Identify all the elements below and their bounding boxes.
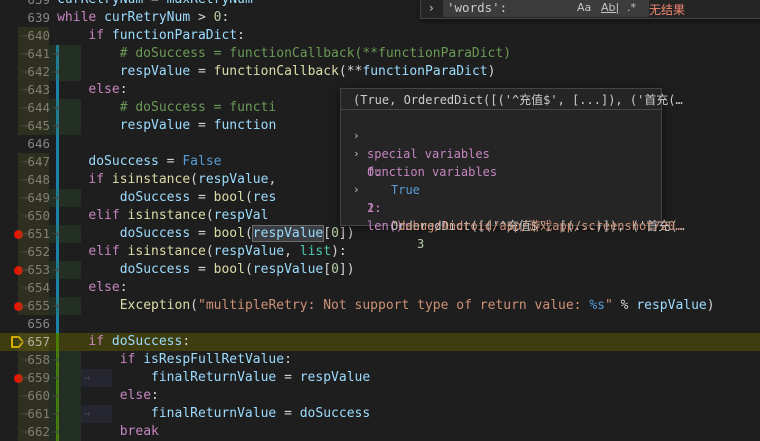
find-toggle-replace-icon[interactable]: › [429, 1, 434, 15]
hover-item-2[interactable]: 2: 'debug/Android/app/游戏app/screenshot/2… [341, 181, 682, 233]
whitespace-arrow-icon: → [21, 335, 28, 348]
code-line[interactable]: 659 → → → finalReturnValue = respValue [0, 369, 760, 387]
code-text[interactable]: elif isinstance(respVal [57, 207, 268, 225]
code-text[interactable]: while curRetryNum > 0: [57, 9, 229, 27]
code-text[interactable]: elif isinstance(respValue, list): [57, 243, 346, 261]
whitespace-arrow-icon: → [21, 119, 28, 132]
hover-item-0[interactable]: 0: True [341, 145, 661, 197]
whitespace-arrow-icon: → [21, 425, 28, 438]
whole-word-icon[interactable]: Ab| [601, 1, 619, 14]
regex-icon[interactable]: .* [627, 1, 636, 14]
code-line[interactable]: 640 → if functionParaDict: [0, 27, 760, 45]
code-line[interactable]: 641 → → # doSuccess = functionCallback(**f… [0, 45, 760, 63]
code-text[interactable]: doSuccess = bool(respValue[0]) [57, 261, 355, 279]
code-text[interactable]: finalReturnValue = respValue [57, 369, 370, 387]
code-text[interactable]: # doSuccess = functionCallback(**functio… [57, 45, 511, 63]
code-line[interactable]: 658 → → if isRespFullRetValue: [0, 351, 760, 369]
line-number: 646 [27, 136, 50, 151]
code-text[interactable]: respValue = function [57, 117, 277, 135]
whitespace-arrow-icon: → [21, 83, 28, 96]
whitespace-arrow-icon: → [21, 299, 28, 312]
code-text[interactable]: if isinstance(respValue, [57, 171, 276, 189]
code-text[interactable]: Exception("multipleRetry: Not support ty… [57, 297, 715, 315]
code-line[interactable]: 654 → else: [0, 279, 760, 297]
code-line[interactable]: 662 → → break [0, 423, 760, 441]
whitespace-arrow-icon: → [21, 245, 28, 258]
code-text[interactable]: if functionParaDict: [57, 27, 245, 45]
whitespace-arrow-icon: → [21, 65, 28, 78]
whitespace-arrow-icon: → [21, 353, 28, 366]
whitespace-arrow-icon: → [21, 281, 28, 294]
whitespace-arrow-icon: → [21, 101, 28, 114]
hover-special-variables[interactable]: › special variables [341, 109, 661, 161]
code-line[interactable]: 656 [0, 315, 760, 333]
line-gutter[interactable]: 646 [0, 135, 59, 153]
debug-hover-widget[interactable]: (True, OrderedDict([('^充值$', [...]), ('首… [340, 88, 685, 251]
hover-function-variables[interactable]: › function variables [341, 127, 661, 179]
line-gutter[interactable]: 639 [0, 0, 58, 9]
code-text[interactable]: doSuccess = bool(res [57, 189, 277, 207]
code-line[interactable]: 661 → → → finalReturnValue = doSuccess [0, 405, 760, 423]
whitespace-arrow-icon: → [21, 155, 28, 168]
match-case-icon[interactable]: Aa [577, 1, 591, 14]
code-text[interactable]: if isRespFullRetValue: [57, 351, 292, 369]
code-text[interactable]: respValue = functionCallback(**functionP… [57, 63, 496, 81]
line-number: 639 [27, 0, 50, 9]
code-line[interactable]: 660 → → else: [0, 387, 760, 405]
code-text[interactable]: curRetryNum = maxRetryNum [57, 0, 253, 9]
whitespace-arrow-icon: → [21, 371, 28, 384]
line-gutter[interactable]: 639 [0, 9, 58, 27]
find-result-status: 无结果 [649, 3, 686, 17]
code-text[interactable]: finalReturnValue = doSuccess [57, 405, 370, 423]
code-text[interactable]: doSuccess = False [57, 153, 221, 171]
whitespace-arrow-icon: → [21, 389, 28, 402]
dirty-diff-indicator[interactable] [56, 135, 59, 153]
hover-title: (True, OrderedDict([('^充值$', [...]), ('首… [353, 93, 683, 107]
whitespace-arrow-icon: → [21, 29, 28, 42]
whitespace-arrow-icon: → [21, 263, 28, 276]
code-text[interactable]: # doSuccess = functi [57, 99, 277, 117]
whitespace-arrow-icon: → [21, 407, 28, 420]
line-gutter[interactable]: 656 [0, 315, 59, 333]
code-text[interactable]: break [57, 423, 159, 441]
code-line[interactable]: 657 → if doSuccess: [0, 333, 760, 351]
hover-item-1[interactable]: › 1: OrderedDict([('^充值$', [(...)]), ('首… [341, 163, 685, 233]
find-widget: › 'words': Aa Ab| .* 无结果 [420, 0, 760, 19]
code-text[interactable]: doSuccess = bool(respValue[0]) [57, 225, 355, 243]
code-line[interactable]: 653 → → doSuccess = bool(respValue[0]) [0, 261, 760, 279]
code-text[interactable]: if doSuccess: [57, 333, 190, 351]
dirty-diff-indicator[interactable] [56, 315, 59, 333]
code-line[interactable]: 652 → elif isinstance(respValue, list): [0, 243, 760, 261]
whitespace-arrow-icon: → [21, 227, 28, 240]
whitespace-arrow-icon: → [21, 191, 28, 204]
whitespace-arrow-icon: → [21, 173, 28, 186]
whitespace-arrow-icon: → [21, 209, 28, 222]
code-text[interactable]: else: [57, 81, 127, 99]
line-number: 639 [27, 10, 50, 25]
code-line[interactable]: 655 → → Exception("multipleRetry: Not supp… [0, 297, 760, 315]
whitespace-arrow-icon: → [21, 47, 28, 60]
hover-len: len(): 3 [367, 219, 425, 251]
code-text[interactable]: else: [57, 279, 127, 297]
line-number: 656 [27, 316, 50, 331]
code-line[interactable]: 642 → → respValue = functionCallback(**fun… [0, 63, 760, 81]
code-text[interactable]: else: [57, 387, 159, 405]
